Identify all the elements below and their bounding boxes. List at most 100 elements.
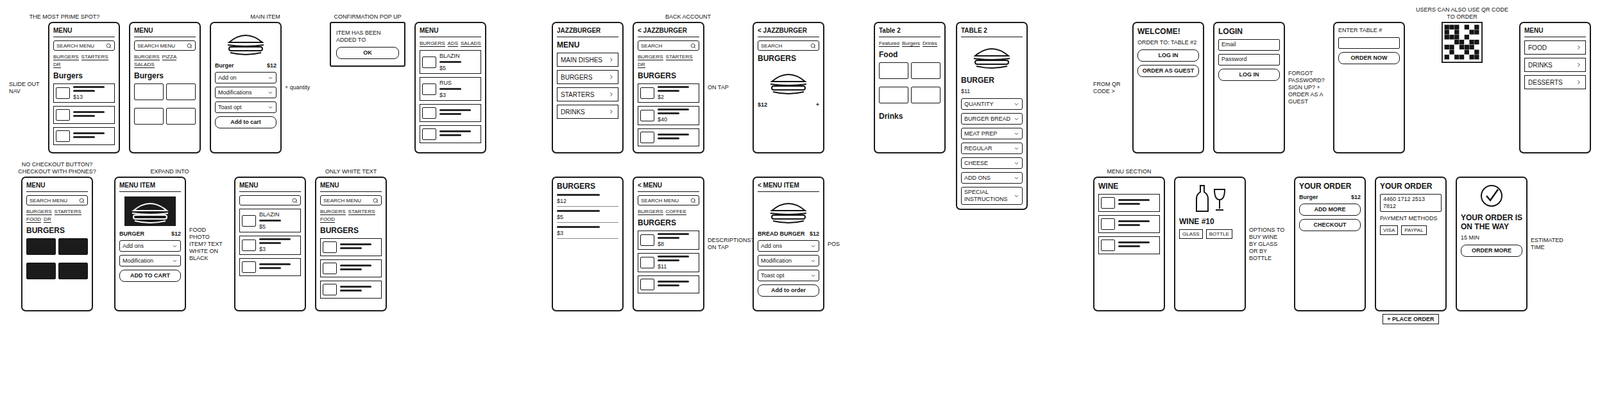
menu-item-row[interactable] <box>239 257 301 276</box>
category-tab[interactable]: Drinks <box>922 40 938 47</box>
category-tab[interactable]: ADS <box>447 40 459 47</box>
menu-item-row[interactable] <box>53 127 115 145</box>
category-tab[interactable]: BURGERS <box>320 208 346 215</box>
grid-item[interactable] <box>878 86 909 109</box>
category-tab[interactable]: SALADS <box>134 61 155 69</box>
text-input[interactable]: 4460 1712 2513 7812 <box>1379 193 1442 212</box>
category-tab[interactable]: DR <box>43 216 52 223</box>
action-button[interactable]: ORDER AS GUEST <box>1137 64 1200 77</box>
category-tab[interactable]: FOOD <box>320 216 335 223</box>
search-field[interactable]: SEARCH MENU <box>637 195 700 206</box>
category-tab[interactable]: PIZZA <box>162 53 178 61</box>
nav-item[interactable]: BURGERS <box>556 69 619 85</box>
option-dropdown[interactable]: SPECIAL INSTRUCTIONS <box>961 186 1023 205</box>
menu-item-row[interactable] <box>1098 236 1160 255</box>
menu-item-row[interactable]: RUS$3 <box>419 76 482 101</box>
action-button[interactable]: LOG IN <box>1218 68 1280 81</box>
grid-item[interactable] <box>26 238 56 260</box>
action-button[interactable]: ORDER NOW <box>1338 51 1400 65</box>
menu-line[interactable]: $12 <box>556 193 619 207</box>
category-tab[interactable]: BURGERS <box>637 208 664 215</box>
category-tab[interactable]: DR <box>637 61 646 69</box>
category-tab[interactable]: BURGERS <box>53 53 79 61</box>
menu-item-row[interactable]: $8 <box>637 230 700 250</box>
choice-option[interactable]: BOTTLE <box>1206 229 1233 239</box>
action-button[interactable]: LOG IN <box>1137 49 1200 62</box>
category-tab[interactable]: STARTERS <box>54 208 82 215</box>
search-field[interactable]: SEARCH MENU <box>26 195 88 206</box>
category-tab[interactable]: COFFEE <box>665 208 687 215</box>
menu-item-row[interactable] <box>53 105 115 124</box>
menu-item-row[interactable]: $2 <box>637 83 700 103</box>
grid-item[interactable] <box>166 107 196 130</box>
category-tab[interactable]: STARTERS <box>348 208 376 215</box>
category-tab[interactable]: BURGERS <box>26 208 52 215</box>
option-dropdown[interactable]: Add ons <box>757 239 820 252</box>
grid-item[interactable] <box>910 62 941 85</box>
nav-item[interactable]: FOOD <box>1524 40 1586 55</box>
option-dropdown[interactable]: MEAT PREP <box>961 127 1023 140</box>
nav-item[interactable]: DRINKS <box>556 104 619 119</box>
text-input[interactable]: Email <box>1218 39 1280 51</box>
choice-option[interactable]: PAYPAL <box>1401 225 1427 235</box>
menu-item-row[interactable]: $11 <box>637 252 700 273</box>
grid-item[interactable] <box>134 83 164 106</box>
action-button[interactable]: Add to cart <box>214 116 277 129</box>
menu-item-row[interactable]: $13 <box>53 83 115 103</box>
nav-item[interactable]: STARTERS <box>556 87 619 102</box>
nav-item[interactable]: DRINKS <box>1524 57 1586 72</box>
grid-item[interactable] <box>58 262 88 285</box>
choice-option[interactable]: VISA <box>1379 225 1398 235</box>
text-input[interactable] <box>1338 37 1400 49</box>
category-tab[interactable]: STARTERS <box>665 53 693 61</box>
search-field[interactable] <box>239 195 301 206</box>
option-dropdown[interactable]: Add on <box>214 71 277 84</box>
search-field[interactable]: SEARCH MENU <box>53 40 115 51</box>
option-dropdown[interactable]: Modification <box>119 254 181 267</box>
grid-item[interactable] <box>134 107 164 130</box>
action-button[interactable]: ADD MORE <box>1299 203 1361 216</box>
action-button[interactable]: ADD TO CART <box>119 269 181 282</box>
action-button[interactable]: Add to order <box>757 284 820 297</box>
menu-item-row[interactable] <box>320 238 382 256</box>
menu-item-row[interactable]: $3 <box>239 235 301 255</box>
option-dropdown[interactable]: Toast opt <box>757 269 820 281</box>
category-tab[interactable]: DR <box>53 61 61 69</box>
grid-item[interactable] <box>910 86 941 109</box>
action-button[interactable]: ORDER MORE <box>1460 244 1523 257</box>
option-dropdown[interactable]: QUANTITY <box>961 98 1023 110</box>
category-tab[interactable]: STARTERS <box>81 53 109 61</box>
option-dropdown[interactable]: Toast opt <box>214 101 277 113</box>
menu-item-row[interactable] <box>419 125 482 144</box>
action-button[interactable]: OK <box>336 46 400 60</box>
option-dropdown[interactable]: CHEESE <box>961 157 1023 169</box>
menu-item-row[interactable] <box>1098 193 1160 212</box>
category-tab[interactable]: BURGERS <box>637 53 664 61</box>
option-dropdown[interactable]: Add ons <box>119 239 181 252</box>
category-tab[interactable]: FOOD <box>26 216 42 223</box>
option-dropdown[interactable]: ADD ONS <box>961 171 1023 184</box>
menu-item-row[interactable] <box>419 103 482 122</box>
search-field[interactable]: SEARCH <box>637 40 700 51</box>
category-tab[interactable]: BURGERS <box>134 53 160 61</box>
option-dropdown[interactable]: REGULAR <box>961 142 1023 154</box>
category-tab[interactable]: BURGERS <box>419 40 446 47</box>
option-dropdown[interactable]: BURGER BREAD <box>961 112 1023 125</box>
action-button[interactable]: CHECKOUT <box>1299 218 1361 231</box>
search-field[interactable]: SEARCH MENU <box>134 40 196 51</box>
menu-item-row[interactable]: BLAZIN$5 <box>239 208 301 233</box>
menu-item-row[interactable] <box>637 275 700 294</box>
text-input[interactable]: Password <box>1218 53 1280 66</box>
nav-item[interactable]: MAIN DISHES <box>556 52 619 67</box>
menu-line[interactable]: $5 <box>556 209 619 223</box>
category-tab[interactable]: Burgers <box>902 40 920 47</box>
menu-item-row[interactable] <box>320 259 382 278</box>
grid-item[interactable] <box>878 62 909 85</box>
category-tab[interactable]: Featured <box>878 40 900 47</box>
menu-item-row[interactable] <box>637 128 700 147</box>
menu-item-row[interactable]: $40 <box>637 105 700 126</box>
menu-item-row[interactable] <box>1098 214 1160 233</box>
grid-item[interactable] <box>58 238 88 260</box>
grid-item[interactable] <box>26 262 56 285</box>
option-dropdown[interactable]: Modifications <box>214 86 277 99</box>
